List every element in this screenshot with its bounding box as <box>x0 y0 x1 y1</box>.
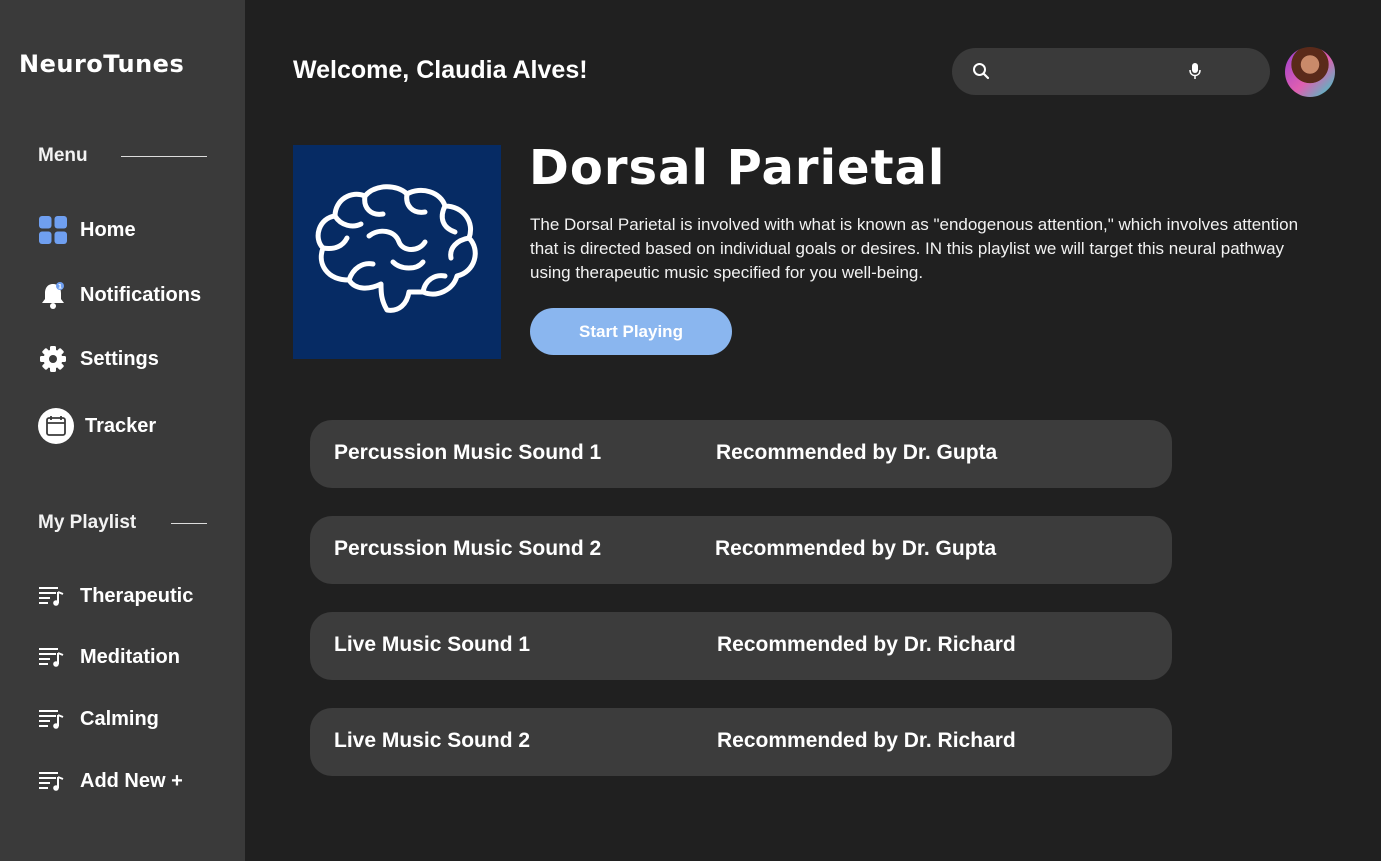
track-row[interactable]: Percussion Music Sound 1 Recommended by … <box>310 420 1172 488</box>
sidebar-playlist-therapeutic[interactable]: Therapeutic <box>38 581 193 611</box>
search-bar[interactable] <box>952 48 1270 95</box>
track-recommendation: Recommended by Dr. Richard <box>717 729 1016 752</box>
welcome-heading: Welcome, Claudia Alves! <box>293 56 588 84</box>
sidebar-item-label: Meditation <box>80 645 180 668</box>
track-row[interactable]: Live Music Sound 1 Recommended by Dr. Ri… <box>310 612 1172 680</box>
track-recommendation: Recommended by Dr. Richard <box>717 633 1016 656</box>
bell-icon: 1 <box>38 280 68 310</box>
sidebar-item-label: Add New + <box>80 769 183 792</box>
track-name: Live Music Sound 1 <box>334 633 531 656</box>
sidebar-playlist-calming[interactable]: Calming <box>38 704 159 734</box>
sidebar-item-home[interactable]: Home <box>38 212 136 248</box>
track-name: Percussion Music Sound 2 <box>334 537 602 560</box>
search-input[interactable] <box>1000 56 1220 87</box>
sidebar-item-label: Therapeutic <box>80 584 194 607</box>
track-name: Percussion Music Sound 1 <box>334 441 602 464</box>
sidebar-item-notifications[interactable]: 1 Notifications <box>38 277 201 313</box>
playlist-divider <box>171 523 207 524</box>
playlist-icon <box>38 584 64 608</box>
sidebar-playlist-add-new[interactable]: Add New + <box>38 766 183 796</box>
sidebar-playlist-meditation[interactable]: Meditation <box>38 642 180 672</box>
sidebar-item-label: Notifications <box>80 283 202 306</box>
brain-icon <box>309 180 485 325</box>
sidebar-item-label: Tracker <box>85 414 157 437</box>
playlist-icon <box>38 645 64 669</box>
user-avatar[interactable] <box>1285 47 1335 97</box>
calendar-icon <box>38 408 74 444</box>
sidebar-item-label: Calming <box>80 707 159 730</box>
sidebar-item-settings[interactable]: Settings <box>38 341 159 377</box>
microphone-icon[interactable] <box>1188 62 1202 85</box>
track-recommendation: Recommended by Dr. Gupta <box>715 537 997 560</box>
track-recommendation: Recommended by Dr. Gupta <box>716 441 998 464</box>
sidebar-item-label: Home <box>80 218 136 241</box>
start-playing-button[interactable]: Start Playing <box>530 308 732 355</box>
playlist-section-label: My Playlist <box>38 512 137 533</box>
sidebar-item-label: Settings <box>80 347 159 370</box>
menu-section-label: Menu <box>38 145 88 166</box>
search-icon[interactable] <box>972 62 990 85</box>
track-row[interactable]: Live Music Sound 2 Recommended by Dr. Ri… <box>310 708 1172 776</box>
svg-text:1: 1 <box>58 284 62 291</box>
app-logo[interactable]: NeuroTunes <box>19 50 184 78</box>
playlist-description: The Dorsal Parietal is involved with wha… <box>530 215 1299 282</box>
grid-icon <box>38 215 68 245</box>
menu-divider <box>121 156 207 157</box>
sidebar-item-tracker[interactable]: Tracker <box>38 408 156 444</box>
playlist-cover <box>293 145 501 359</box>
app-root: NeuroTunes Menu Home 1 Notifications Set… <box>0 0 1381 861</box>
track-row[interactable]: Percussion Music Sound 2 Recommended by … <box>310 516 1172 584</box>
sidebar: NeuroTunes Menu Home 1 Notifications Set… <box>0 0 245 861</box>
gear-icon <box>38 344 68 374</box>
playlist-icon <box>38 707 64 731</box>
playlist-icon <box>38 769 64 793</box>
playlist-title: Dorsal Parietal <box>529 140 946 196</box>
track-name: Live Music Sound 2 <box>334 729 531 752</box>
